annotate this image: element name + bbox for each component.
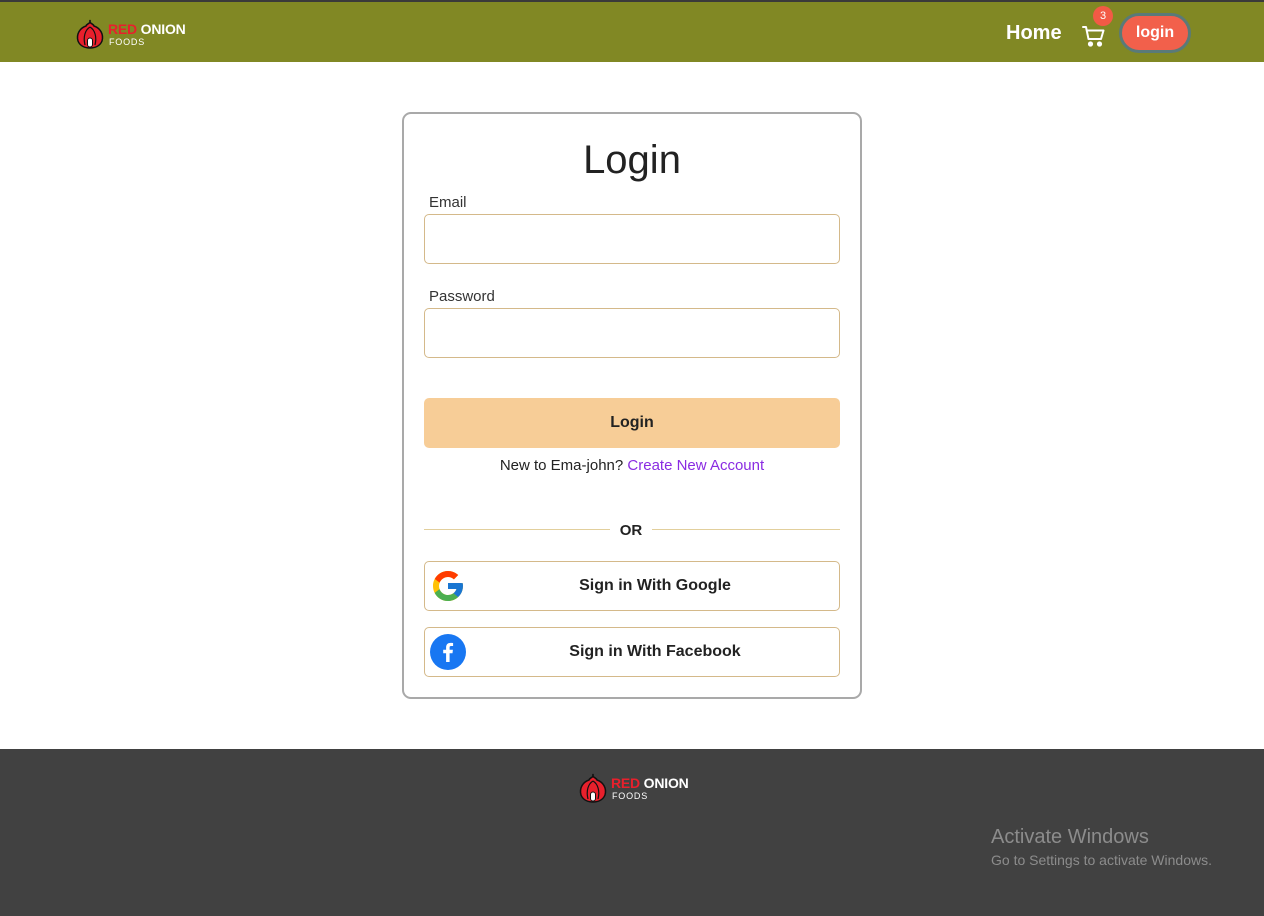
brand-name-white: ONION	[140, 20, 186, 37]
brand-tagline: FOODS	[109, 36, 146, 47]
onion-logo-icon	[579, 773, 607, 803]
nav-login-button[interactable]: login	[1119, 13, 1191, 53]
activate-windows-title: Activate Windows	[991, 826, 1149, 848]
divider-line-left	[424, 529, 610, 530]
divider-text: OR	[619, 522, 643, 539]
google-signin-label: Sign in With Google	[579, 577, 731, 594]
footer-logo[interactable]: RED ONION FOODS	[577, 772, 689, 804]
brand-name-red: RED	[611, 774, 640, 791]
brand-name-white: ONION	[643, 774, 689, 791]
create-account-link[interactable]: Create New Account	[627, 457, 764, 474]
new-account-line: New to Ema-john? Create New Account	[404, 457, 860, 474]
login-submit-button[interactable]: Login	[424, 398, 840, 448]
cart-icon[interactable]	[1082, 24, 1106, 48]
password-field[interactable]	[424, 308, 840, 358]
brand-tagline: FOODS	[612, 790, 649, 801]
facebook-signin-button[interactable]: Sign in With Facebook	[424, 627, 840, 677]
navbar: RED ONION FOODS Home 3 login	[0, 2, 1264, 62]
page-title: Login	[583, 138, 681, 182]
email-field[interactable]	[424, 214, 840, 264]
email-label: Email	[429, 194, 467, 211]
brand-logo[interactable]: RED ONION FOODS	[74, 18, 186, 50]
facebook-signin-label: Sign in With Facebook	[569, 643, 741, 660]
new-user-text: New to Ema-john?	[499, 457, 624, 474]
onion-logo-icon	[76, 19, 104, 49]
activate-windows-subtitle: Go to Settings to activate Windows.	[991, 852, 1212, 868]
divider-line-right	[652, 529, 840, 530]
google-signin-button[interactable]: Sign in With Google	[424, 561, 840, 611]
cart-count-badge: 3	[1093, 6, 1113, 26]
password-label: Password	[429, 288, 495, 305]
brand-name-red: RED	[108, 20, 137, 37]
or-divider: OR	[424, 520, 840, 540]
login-card: Login Email Password Login New to Ema-jo…	[402, 112, 862, 699]
footer: RED ONION FOODS Activate Windows Go to S…	[0, 749, 1264, 916]
nav-home-link[interactable]: Home	[1006, 22, 1062, 45]
